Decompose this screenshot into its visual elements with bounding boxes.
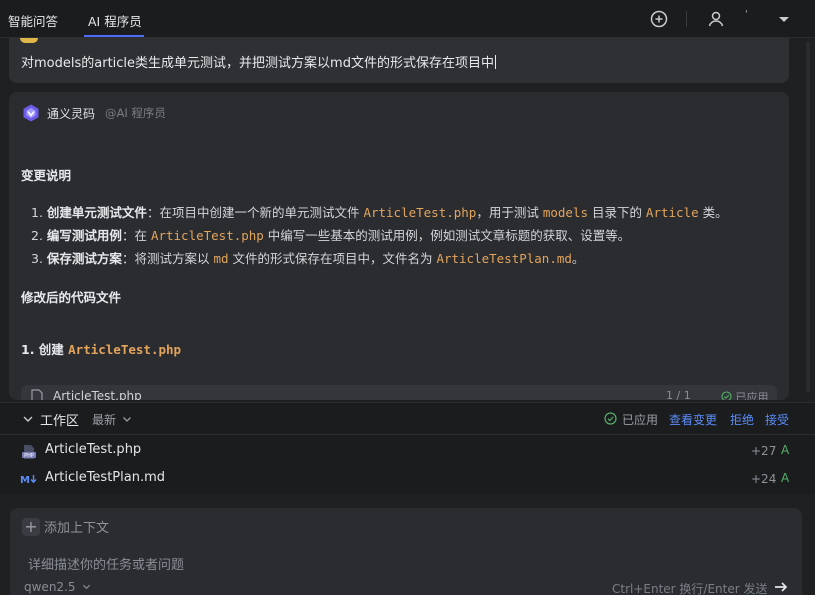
sort-dropdown[interactable]: 最新 xyxy=(92,411,132,428)
code-file-card[interactable]: ArticleTest.php 1 / 1 已应用 xyxy=(21,385,777,400)
tongyi-logo-icon xyxy=(23,104,39,122)
workspace-file-row[interactable]: PHP ArticleTest.php +27 A xyxy=(0,438,815,464)
inline-code: models xyxy=(542,205,588,220)
bot-name: 通义灵码 xyxy=(47,106,96,121)
plus-circle-icon[interactable] xyxy=(648,8,670,30)
code-file-name: ArticleTest.php xyxy=(53,389,142,400)
file-icon xyxy=(31,389,43,400)
caret-down-icon[interactable] xyxy=(773,8,795,30)
additions-count: +27 xyxy=(751,444,777,458)
file-name: ArticleTestPlan.md xyxy=(45,470,166,485)
inline-code: ArticleTest.php xyxy=(68,342,182,357)
toolbar-divider xyxy=(686,11,687,27)
added-flag: A xyxy=(781,443,790,457)
chevron-down-icon[interactable] xyxy=(22,413,34,425)
bot-header: 通义灵码 @AI 程序员 xyxy=(21,103,166,123)
markdown-file-icon: M xyxy=(20,475,37,485)
task-input[interactable]: 详细描述你的任务或者问题 xyxy=(28,554,184,573)
inline-code: ArticleTestPlan.md xyxy=(436,251,572,266)
send-hint: Ctrl+Enter 换行/Enter 发送 xyxy=(612,582,768,595)
modified-files-heading: 修改后的代码文件 xyxy=(21,290,122,305)
view-changes-link[interactable]: 查看变更 xyxy=(669,411,717,428)
chevron-down-icon xyxy=(122,417,131,422)
tab-smart-qa[interactable]: 智能问答 xyxy=(8,11,58,30)
php-file-icon: PHP xyxy=(22,445,36,459)
check-circle-icon xyxy=(721,391,732,400)
list-item: 1. 创建单元测试文件：在项目中创建一个新的单元测试文件 ArticleTest… xyxy=(31,205,728,220)
file-name: ArticleTest.php xyxy=(45,442,142,457)
user-message-text[interactable]: 对models的article类生成单元测试，并把测试方案以md文件的形式保存在… xyxy=(21,52,496,71)
scrollbar[interactable] xyxy=(806,42,810,392)
model-selector[interactable]: qwen2.5 xyxy=(24,580,91,594)
add-context-label: 添加上下文 xyxy=(44,521,110,536)
chevron-down-icon xyxy=(83,584,91,590)
list-item: 2. 编写测试用例：在 ArticleTest.php 中编写一些基本的测试用例… xyxy=(31,228,631,243)
svg-text:PHP: PHP xyxy=(24,453,34,459)
workspace-header: 工作区 最新 已应用 查看变更 拒绝 接受 xyxy=(0,403,815,435)
tab-ai-programmer[interactable]: AI 程序员 xyxy=(88,11,142,30)
create-file-heading: 1. 创建 ArticleTest.php xyxy=(21,342,182,357)
inline-code: ArticleTest.php xyxy=(150,228,264,243)
check-circle-icon xyxy=(604,412,617,425)
user-avatar xyxy=(20,38,38,43)
plus-icon: + xyxy=(22,517,40,536)
reject-button[interactable]: 拒绝 xyxy=(730,411,754,428)
top-bar: 智能问答 AI 程序员 ' xyxy=(0,0,815,38)
code-file-count: 1 / 1 xyxy=(666,389,691,400)
bot-role: @AI 程序员 xyxy=(105,106,166,120)
additions-count: +24 xyxy=(751,472,777,486)
applied-status: 已应用 xyxy=(622,413,659,427)
workspace-file-row[interactable]: M ArticleTestPlan.md +24 A xyxy=(0,466,815,492)
inline-code: ArticleTest.php xyxy=(363,205,477,220)
accept-button[interactable]: 接受 xyxy=(765,411,789,428)
user-icon[interactable] xyxy=(705,8,727,30)
active-tab-indicator xyxy=(84,35,144,37)
user-message: 对models的article类生成单元测试，并把测试方案以md文件的形式保存在… xyxy=(9,38,789,83)
code-file-status: 已应用 xyxy=(721,389,769,400)
changes-heading: 变更说明 xyxy=(21,168,72,183)
svg-text:M: M xyxy=(20,475,30,485)
add-context-button[interactable]: + 添加上下文 xyxy=(22,517,109,536)
assistant-answer: 通义灵码 @AI 程序员 变更说明 1. 创建单元测试文件：在项目中创建一个新的… xyxy=(9,92,789,400)
user-name: ' xyxy=(745,9,748,20)
added-flag: A xyxy=(781,471,790,485)
list-item: 3. 保存测试方案：将测试方案以 md 文件的形式保存在项目中，文件名为 Art… xyxy=(31,251,585,266)
workspace-title: 工作区 xyxy=(40,414,80,429)
chat-input-box: + 添加上下文 详细描述你的任务或者问题 qwen2.5 Ctrl+Enter … xyxy=(10,508,802,595)
send-arrow-icon[interactable] xyxy=(772,578,790,595)
text-caret xyxy=(494,55,496,69)
inline-code: Article xyxy=(645,205,699,220)
inline-code: md xyxy=(213,251,229,266)
workspace-panel: 工作区 最新 已应用 查看变更 拒绝 接受 PHP ArticleTest.ph… xyxy=(0,402,815,494)
